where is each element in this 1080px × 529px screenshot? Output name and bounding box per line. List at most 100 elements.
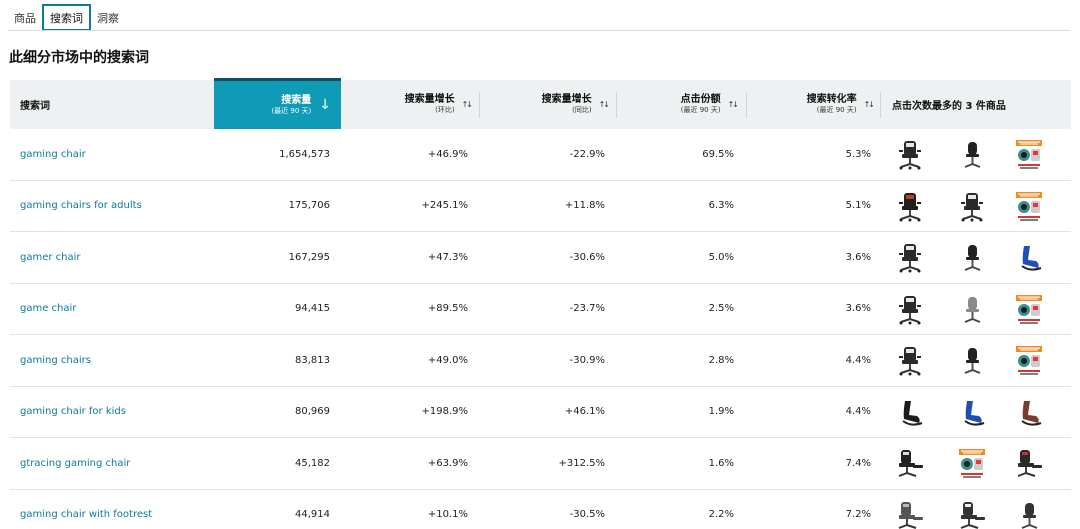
product-image-icon — [899, 295, 921, 324]
product-thumbnail[interactable] — [955, 241, 989, 275]
cell-growth-qoq: +10.1% — [427, 509, 468, 521]
cell-growth-qoq: +46.9% — [427, 148, 468, 160]
cell-conversion: 7.4% — [845, 457, 871, 469]
product-image-icon — [1016, 346, 1042, 375]
cell-click-share: 1.6% — [708, 457, 734, 469]
sort-toggle-icon: ↑↓ — [727, 100, 739, 109]
cell-click-share: 2.5% — [708, 303, 734, 315]
tab-insights[interactable]: 洞察 — [91, 4, 125, 31]
product-image-icon — [1016, 191, 1042, 221]
cell-growth-qoq: +63.9% — [427, 457, 468, 469]
keyword-link[interactable]: gaming chair with footrest — [20, 509, 152, 520]
keyword-link[interactable]: gamer chair — [20, 252, 81, 263]
header-click-share[interactable]: 点击份额 (最近 90 天) ↑↓ — [617, 80, 739, 129]
product-thumbnail[interactable] — [893, 138, 927, 172]
section-title: 此细分市场中的搜索词 — [9, 50, 149, 66]
tab-search-terms[interactable]: 搜索词 — [42, 4, 91, 31]
cell-click-share: 2.2% — [708, 509, 734, 521]
table-row: gaming chair 1,654,573 +46.9% -22.9% 69.5% 5.… — [10, 129, 1071, 181]
header-growth-qoq[interactable]: 搜索量增长 (环比) ↑↓ — [350, 80, 473, 129]
cell-volume: 94,415 — [295, 303, 330, 315]
search-terms-table: 搜索词 搜索量 (最近 90 天) ↓ 搜索量增长 (环比) ↑↓ 搜索量增长 … — [10, 78, 1071, 529]
product-thumbnail[interactable] — [1012, 190, 1046, 224]
header-search-volume-label: 搜索量 — [281, 94, 312, 106]
product-thumbnail[interactable] — [1012, 447, 1046, 481]
keyword-link[interactable]: gtracing gaming chair — [20, 458, 130, 469]
product-image-icon — [1016, 294, 1042, 324]
cell-conversion: 3.6% — [845, 251, 871, 263]
cell-volume: 83,813 — [295, 354, 330, 366]
row-keyword-cell: gtracing gaming chair — [20, 438, 210, 489]
product-image-icon — [964, 348, 981, 374]
cell-volume: 1,654,573 — [279, 148, 330, 160]
product-thumbnail[interactable] — [1012, 396, 1046, 430]
product-thumbnail[interactable] — [893, 241, 927, 275]
product-thumbnail[interactable] — [955, 447, 989, 481]
product-thumbnail[interactable] — [955, 138, 989, 172]
product-thumbnail[interactable] — [955, 293, 989, 327]
header-click-share-sub: (最近 90 天) — [680, 106, 721, 115]
product-thumbnail[interactable] — [1012, 293, 1046, 327]
product-thumbnail[interactable] — [893, 344, 927, 378]
product-image-icon — [899, 192, 921, 221]
sort-descending-icon: ↓ — [319, 97, 331, 113]
cell-growth-qoq: +49.0% — [427, 354, 468, 366]
row-keyword-cell: gaming chairs for adults — [20, 181, 210, 232]
header-keyword: 搜索词 — [20, 101, 50, 112]
sort-toggle-icon: ↑↓ — [598, 100, 610, 109]
cell-growth-yoy: -30.6% — [569, 251, 605, 263]
row-keyword-cell: gaming chair with footrest — [20, 490, 210, 529]
product-image-icon — [964, 296, 981, 323]
product-image-icon — [964, 142, 981, 168]
row-keyword-cell: gaming chairs — [20, 335, 210, 386]
product-thumbnail[interactable] — [893, 396, 927, 430]
cell-growth-yoy: -22.9% — [569, 148, 605, 160]
keyword-link[interactable]: gaming chairs — [20, 355, 91, 366]
product-thumbnail[interactable] — [893, 447, 927, 481]
cell-growth-qoq: +89.5% — [427, 303, 468, 315]
cell-click-share: 69.5% — [702, 148, 734, 160]
product-thumbnail[interactable] — [1012, 138, 1046, 172]
keyword-link[interactable]: game chair — [20, 303, 76, 314]
keyword-link[interactable]: gaming chair — [20, 149, 86, 160]
tab-products[interactable]: 商品 — [8, 4, 42, 31]
product-thumbnail[interactable] — [955, 499, 989, 529]
product-thumbnail[interactable] — [955, 190, 989, 224]
cell-volume: 45,182 — [295, 457, 330, 469]
product-thumbnail[interactable] — [893, 293, 927, 327]
keyword-link[interactable]: gaming chair for kids — [20, 406, 126, 417]
product-thumbnail[interactable] — [1012, 241, 1046, 275]
header-growth-yoy[interactable]: 搜索量增长 (同比) ↑↓ — [480, 80, 610, 129]
sort-toggle-icon: ↑↓ — [461, 100, 473, 109]
cell-click-share: 1.9% — [708, 406, 734, 418]
cell-click-share: 6.3% — [708, 200, 734, 212]
header-conversion-label: 搜索转化率 — [806, 94, 857, 106]
cell-growth-yoy: -30.5% — [569, 509, 605, 521]
product-thumbnail[interactable] — [893, 190, 927, 224]
cell-conversion: 3.6% — [845, 303, 871, 315]
product-thumbnail[interactable] — [955, 344, 989, 378]
table-row: gaming chair with footrest 44,914 +10.1% -3… — [10, 490, 1071, 529]
product-image-icon — [899, 141, 921, 170]
header-search-volume-sub: (最近 90 天) — [271, 106, 312, 115]
cell-click-share: 5.0% — [708, 251, 734, 263]
header-growth-qoq-sub: (环比) — [435, 106, 455, 115]
header-conversion[interactable]: 搜索转化率 (最近 90 天) ↑↓ — [747, 80, 875, 129]
header-top-products: 点击次数最多的 3 件商品 — [892, 101, 1006, 112]
header-growth-yoy-label: 搜索量增长 — [541, 94, 592, 106]
product-thumbnail[interactable] — [893, 499, 927, 529]
header-growth-yoy-sub: (同比) — [572, 106, 592, 115]
cell-conversion: 4.4% — [845, 354, 871, 366]
product-thumbnail[interactable] — [1012, 499, 1046, 529]
product-thumbnail[interactable] — [1012, 344, 1046, 378]
header-search-volume[interactable]: 搜索量 (最近 90 天) ↓ — [214, 78, 341, 129]
product-thumbnail[interactable] — [955, 396, 989, 430]
tab-bar: 商品 搜索词 洞察 — [8, 4, 125, 31]
cell-click-share: 2.8% — [708, 354, 734, 366]
keyword-link[interactable]: gaming chairs for adults — [20, 200, 142, 211]
header-click-share-label: 点击份额 — [680, 94, 721, 106]
header-growth-qoq-label: 搜索量增长 — [404, 94, 455, 106]
table-header: 搜索词 搜索量 (最近 90 天) ↓ 搜索量增长 (环比) ↑↓ 搜索量增长 … — [10, 78, 1071, 129]
product-image-icon — [1017, 450, 1042, 477]
header-divider — [880, 92, 881, 118]
